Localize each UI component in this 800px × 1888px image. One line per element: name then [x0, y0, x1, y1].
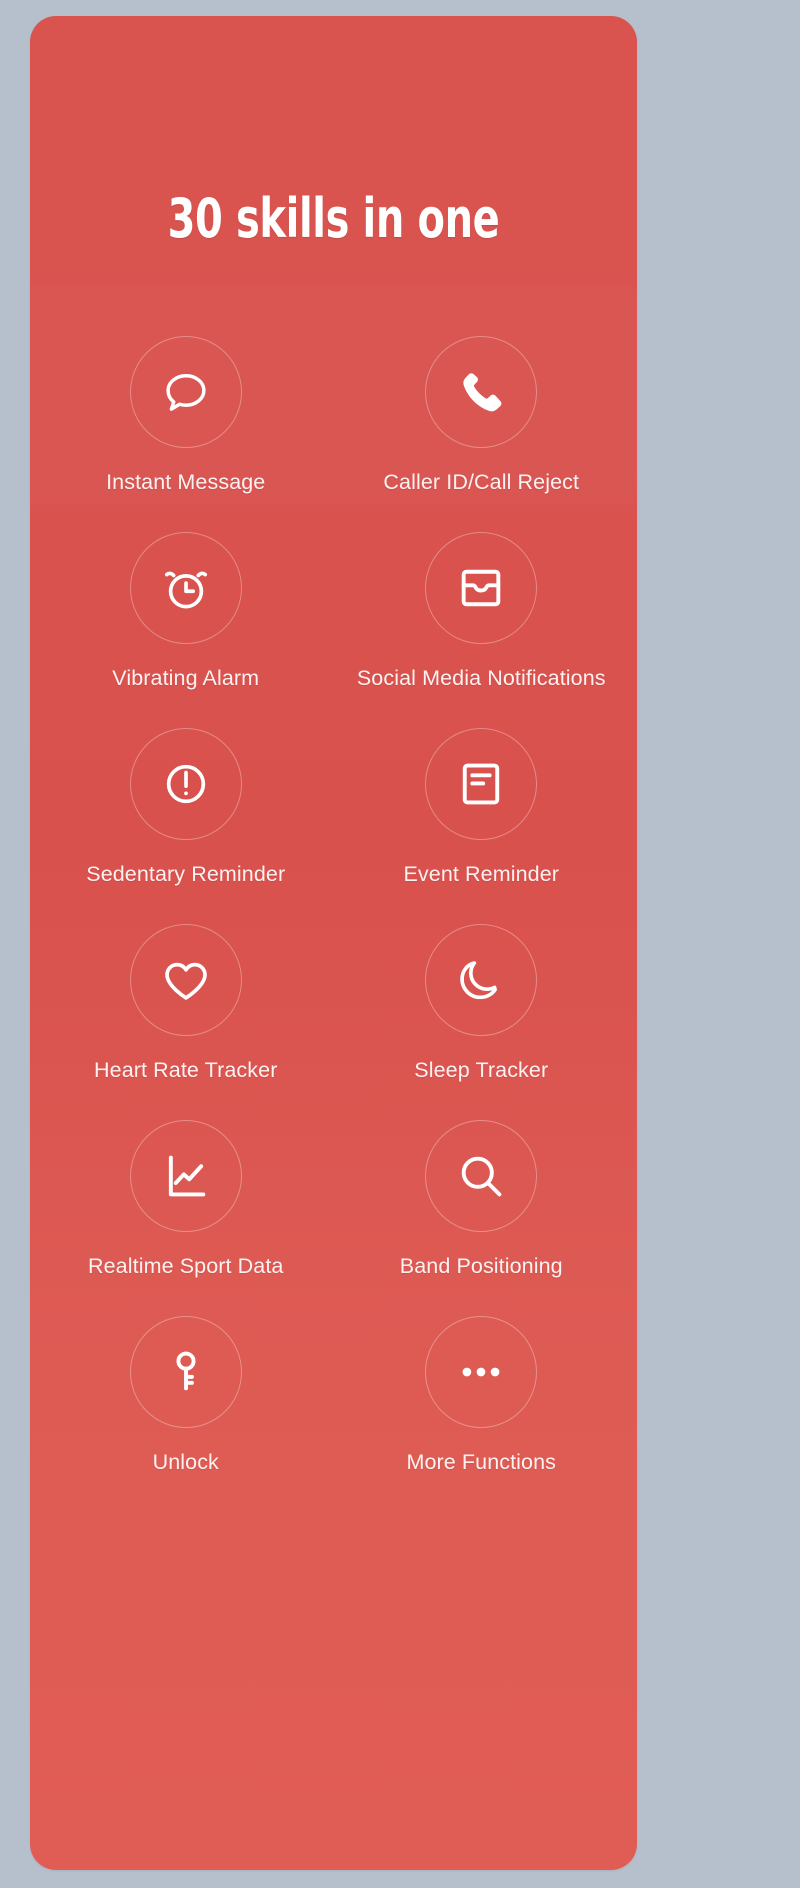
feature-label: Instant Message [106, 470, 266, 494]
icon-circle [129, 924, 242, 1036]
feature-item-caller-id[interactable]: Caller ID/Call Reject [334, 336, 630, 532]
feature-item-sedentary-reminder[interactable]: Sedentary Reminder [38, 728, 334, 924]
icon-circle [129, 1120, 242, 1232]
feature-label: Sedentary Reminder [86, 862, 286, 886]
icon-circle [129, 336, 242, 448]
line-chart-icon [160, 1150, 212, 1202]
speech-bubble-icon [160, 366, 212, 418]
icon-circle [129, 1316, 242, 1428]
feature-card: 30 skills in one Instant Message Caller … [30, 16, 637, 1870]
feature-label: More Functions [406, 1450, 557, 1474]
feature-item-sleep-tracker[interactable]: Sleep Tracker [334, 924, 630, 1120]
page-title: 30 skills in one [167, 187, 500, 250]
icon-circle [129, 728, 242, 840]
feature-item-realtime-sport-data[interactable]: Realtime Sport Data [38, 1120, 334, 1316]
feature-item-heart-rate-tracker[interactable]: Heart Rate Tracker [38, 924, 334, 1120]
feature-label: Event Reminder [403, 862, 560, 886]
feature-item-unlock[interactable]: Unlock [38, 1316, 334, 1512]
icon-circle [425, 336, 538, 448]
feature-item-instant-message[interactable]: Instant Message [38, 336, 334, 532]
feature-label: Heart Rate Tracker [94, 1058, 278, 1082]
feature-label: Unlock [152, 1450, 219, 1474]
icon-circle [425, 924, 538, 1036]
feature-label: Realtime Sport Data [88, 1254, 284, 1278]
feature-item-band-positioning[interactable]: Band Positioning [334, 1120, 630, 1316]
feature-item-more-functions[interactable]: More Functions [334, 1316, 630, 1512]
feature-label: Band Positioning [399, 1254, 563, 1278]
icon-circle [425, 1120, 538, 1232]
feature-item-social-media-notifications[interactable]: Social Media Notifications [334, 532, 630, 728]
icon-circle [425, 532, 538, 644]
heart-icon [160, 954, 212, 1006]
inbox-tray-icon [455, 562, 507, 614]
phone-handset-icon [455, 366, 507, 418]
magnifier-search-icon [455, 1150, 507, 1202]
feature-label: Vibrating Alarm [112, 666, 260, 690]
exclamation-circle-icon [160, 758, 212, 810]
feature-label: Caller ID/Call Reject [383, 470, 580, 494]
feature-item-event-reminder[interactable]: Event Reminder [334, 728, 630, 924]
crescent-moon-icon [455, 954, 507, 1006]
ellipsis-icon [455, 1346, 507, 1398]
note-document-icon [455, 758, 507, 810]
alarm-clock-icon [160, 562, 212, 614]
icon-circle [129, 532, 242, 644]
icon-circle [425, 728, 538, 840]
page-root: 30 skills in one Instant Message Caller … [0, 0, 800, 1888]
feature-label: Social Media Notifications [356, 666, 606, 690]
key-icon [160, 1346, 212, 1398]
icon-circle [425, 1316, 538, 1428]
feature-item-vibrating-alarm[interactable]: Vibrating Alarm [38, 532, 334, 728]
feature-label: Sleep Tracker [414, 1058, 549, 1082]
feature-grid: Instant Message Caller ID/Call Reject Vi… [38, 336, 629, 1512]
